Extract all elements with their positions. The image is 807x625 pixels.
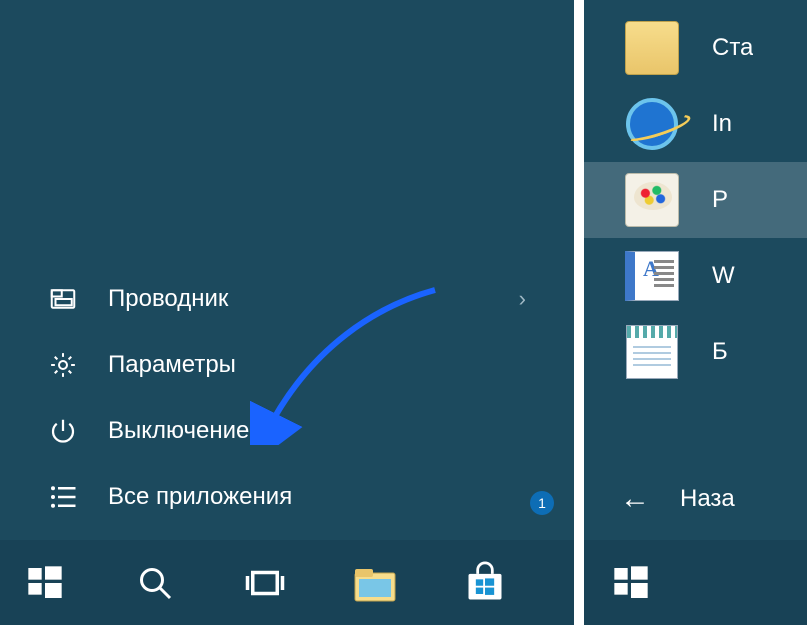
- menu-item-explorer[interactable]: Проводник ›: [0, 266, 574, 332]
- app-tile-label: Б: [712, 338, 728, 366]
- app-tile[interactable]: P: [584, 162, 807, 238]
- annotation-badge: 1: [530, 491, 554, 515]
- taskbar-store-button[interactable]: [450, 548, 520, 618]
- start-menu-items: Проводник › Параметры Выключение: [0, 0, 574, 540]
- start-menu-left: Проводник › Параметры Выключение: [0, 0, 574, 625]
- menu-item-settings[interactable]: Параметры: [0, 332, 574, 398]
- app-tile[interactable]: Ста: [584, 10, 807, 86]
- panel-divider: [574, 0, 584, 625]
- back-button[interactable]: ← Наза: [584, 464, 807, 540]
- gear-icon: [48, 350, 78, 380]
- app-tile[interactable]: In: [584, 86, 807, 162]
- app-tile-list: Ста In P W Б: [584, 0, 807, 464]
- app-tile-label: P: [712, 186, 728, 214]
- power-icon: [48, 416, 78, 446]
- back-label: Наза: [680, 485, 735, 513]
- menu-item-label: Проводник: [108, 285, 519, 313]
- app-tile[interactable]: W: [584, 238, 807, 314]
- app-tile-label: In: [712, 110, 732, 138]
- internet-explorer-icon: [622, 94, 682, 154]
- explorer-icon: [48, 284, 78, 314]
- start-button[interactable]: [596, 548, 666, 618]
- notepad-icon: [622, 322, 682, 382]
- taskbar-explorer-button[interactable]: [340, 548, 410, 618]
- folder-icon: [622, 18, 682, 78]
- chevron-right-icon: ›: [519, 286, 526, 312]
- start-button[interactable]: [10, 548, 80, 618]
- app-tile-label: W: [712, 262, 735, 290]
- taskbar-left: [0, 540, 574, 625]
- menu-item-label: Параметры: [108, 351, 546, 379]
- menu-item-all-apps[interactable]: Все приложения: [0, 464, 574, 530]
- app-tile-label: Ста: [712, 34, 753, 62]
- menu-item-label: Все приложения: [108, 483, 546, 511]
- all-apps-icon: [48, 482, 78, 512]
- arrow-left-icon: ←: [620, 482, 650, 516]
- taskbar-search-button[interactable]: [120, 548, 190, 618]
- start-menu-right: Ста In P W Б ← Наза: [584, 0, 807, 625]
- wordpad-icon: [622, 246, 682, 306]
- menu-item-label: Выключение: [108, 417, 546, 445]
- menu-item-power[interactable]: Выключение: [0, 398, 574, 464]
- paint-icon: [622, 170, 682, 230]
- taskbar-right: [584, 540, 807, 625]
- app-tile[interactable]: Б: [584, 314, 807, 390]
- taskbar-taskview-button[interactable]: [230, 548, 300, 618]
